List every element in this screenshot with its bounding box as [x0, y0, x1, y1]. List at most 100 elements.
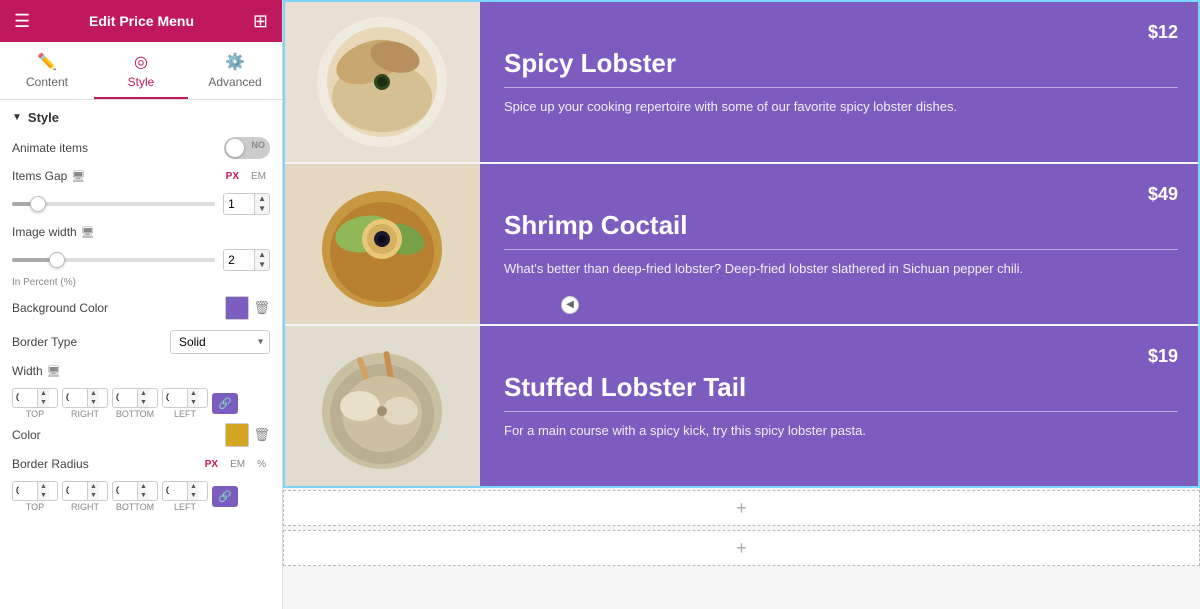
border-radius-bottom-up[interactable]: ▲ — [137, 482, 149, 491]
hamburger-icon[interactable]: ☰ — [14, 11, 30, 32]
width-left-label: LEFT — [174, 409, 196, 419]
width-top-down[interactable]: ▼ — [37, 398, 49, 407]
tabs-bar: ✏️ Content ◎ Style ⚙️ Advanced — [0, 42, 282, 100]
em-unit-btn[interactable]: EM — [247, 170, 270, 183]
menu-item-3-content: Stuffed Lobster Tail For a main course w… — [480, 326, 1198, 486]
tab-advanced[interactable]: ⚙️ Advanced — [188, 42, 282, 99]
border-type-select[interactable]: Solid None Dashed Dotted Double Groove — [170, 330, 270, 354]
menu-item-2-desc: What's better than deep-fried lobster? D… — [504, 260, 1178, 278]
bg-color-swatch-wrap: 🗑 — [225, 296, 270, 320]
menu-item-2-price: $49 — [1148, 184, 1178, 205]
border-radius-px-btn[interactable]: PX — [201, 458, 222, 471]
image-width-number-input[interactable]: 24 — [224, 250, 254, 270]
items-gap-slider[interactable] — [12, 194, 215, 214]
border-radius-bottom-input[interactable]: ▲ ▼ — [112, 481, 158, 501]
width-left-down[interactable]: ▼ — [187, 398, 199, 407]
items-gap-row: Items Gap 🖥 PX EM — [12, 169, 270, 183]
width-top-number[interactable]: 0 — [13, 390, 37, 406]
color-swatch[interactable] — [225, 423, 249, 447]
border-radius-link-btn[interactable]: 🔗 — [212, 486, 238, 507]
menu-item: Spicy Lobster Spice up your cooking repe… — [285, 2, 1198, 162]
width-right-number[interactable]: 0 — [63, 390, 87, 406]
width-right-up[interactable]: ▲ — [87, 389, 99, 398]
color-clear-icon[interactable]: 🗑 — [253, 427, 270, 443]
border-radius-left-down[interactable]: ▼ — [187, 491, 199, 500]
border-radius-right-up[interactable]: ▲ — [87, 482, 99, 491]
image-width-down-btn[interactable]: ▼ — [254, 260, 269, 270]
border-radius-bottom-spinners: ▲ ▼ — [137, 482, 149, 500]
width-left-cell: 0 ▲ ▼ LEFT — [162, 388, 208, 419]
tab-style[interactable]: ◎ Style — [94, 42, 188, 99]
grid-icon[interactable]: ⊞ — [253, 11, 268, 32]
menu-item: Stuffed Lobster Tail For a main course w… — [285, 326, 1198, 486]
add-section-btn-2[interactable]: + — [283, 530, 1200, 566]
width-responsive-icon: 🖥 — [47, 365, 61, 378]
menu-item-1-divider — [504, 87, 1178, 88]
responsive-icon: 🖥 — [71, 170, 85, 183]
style-section-header[interactable]: ▼ Style — [12, 110, 270, 125]
width-top-up[interactable]: ▲ — [37, 389, 49, 398]
width-bottom-number[interactable]: 0 — [113, 390, 137, 406]
border-radius-right-down[interactable]: ▼ — [87, 491, 99, 500]
items-gap-input[interactable]: 15 ▲ ▼ — [223, 193, 270, 215]
border-radius-pct-btn[interactable]: % — [253, 458, 270, 471]
border-radius-top-spinners: ▲ ▼ — [37, 482, 49, 500]
border-radius-right-input[interactable]: ▲ ▼ — [62, 481, 108, 501]
width-left-number[interactable]: 0 — [163, 390, 187, 406]
color-row: Color 🗑 — [12, 423, 270, 447]
border-radius-left-number[interactable] — [163, 483, 187, 499]
image-width-slider-row: 24 ▲ ▼ — [12, 249, 270, 271]
menu-item-3-divider — [504, 411, 1178, 412]
items-gap-number-input[interactable]: 15 — [224, 194, 254, 214]
width-label-row: Width 🖥 — [12, 364, 270, 378]
border-type-select-wrap[interactable]: Solid None Dashed Dotted Double Groove — [170, 330, 270, 354]
image-width-input[interactable]: 24 ▲ ▼ — [223, 249, 270, 271]
width-right-down[interactable]: ▼ — [87, 398, 99, 407]
style-tab-label: Style — [128, 75, 155, 89]
add-section-btn-1[interactable]: + — [283, 490, 1200, 526]
width-link-btn[interactable]: 🔗 — [212, 393, 238, 414]
border-radius-left-up[interactable]: ▲ — [187, 482, 199, 491]
menu-item-1-content: Spicy Lobster Spice up your cooking repe… — [480, 2, 1198, 162]
width-bottom-up[interactable]: ▲ — [137, 389, 149, 398]
border-radius-right-number[interactable] — [63, 483, 87, 499]
image-width-up-btn[interactable]: ▲ — [254, 250, 269, 260]
image-responsive-icon: 🖥 — [81, 226, 95, 239]
bg-color-clear-icon[interactable]: 🗑 — [253, 300, 270, 316]
image-width-slider[interactable] — [12, 250, 215, 270]
animate-items-toggle[interactable]: NO — [224, 137, 270, 159]
color-swatch-wrap: 🗑 — [225, 423, 270, 447]
border-radius-top-number[interactable] — [13, 483, 37, 499]
tab-content[interactable]: ✏️ Content — [0, 42, 94, 99]
toggle-switch[interactable]: NO — [224, 137, 270, 159]
top-bar: ☰ Edit Price Menu ⊞ — [0, 0, 282, 42]
width-label: Width 🖥 — [12, 364, 61, 378]
width-top-label: TOP — [26, 409, 44, 419]
border-radius-top-up[interactable]: ▲ — [37, 482, 49, 491]
border-radius-left-spinners: ▲ ▼ — [187, 482, 199, 500]
width-bottom-input[interactable]: 0 ▲ ▼ — [112, 388, 158, 408]
width-left-up[interactable]: ▲ — [187, 389, 199, 398]
width-bottom-down[interactable]: ▼ — [137, 398, 149, 407]
border-radius-em-btn[interactable]: EM — [226, 458, 249, 471]
border-radius-top-input[interactable]: ▲ ▼ — [12, 481, 58, 501]
border-radius-left-input[interactable]: ▲ ▼ — [162, 481, 208, 501]
px-unit-btn[interactable]: PX — [222, 170, 243, 183]
border-radius-top-down[interactable]: ▼ — [37, 491, 49, 500]
width-left-input[interactable]: 0 ▲ ▼ — [162, 388, 208, 408]
border-radius-bottom-number[interactable] — [113, 483, 137, 499]
border-radius-top-label: TOP — [26, 502, 44, 512]
collapse-panel-btn[interactable]: ◀ — [561, 296, 579, 314]
width-right-input[interactable]: 0 ▲ ▼ — [62, 388, 108, 408]
border-radius-bottom-down[interactable]: ▼ — [137, 491, 149, 500]
menu-item-2-divider — [504, 249, 1178, 250]
bg-color-swatch[interactable] — [225, 296, 249, 320]
border-radius-bottom-label: BOTTOM — [116, 502, 154, 512]
width-top-input[interactable]: 0 ▲ ▼ — [12, 388, 58, 408]
items-gap-down-btn[interactable]: ▼ — [254, 204, 269, 214]
image-slider-thumb[interactable] — [49, 252, 65, 268]
slider-thumb[interactable] — [30, 196, 46, 212]
border-type-row: Border Type Solid None Dashed Dotted Dou… — [12, 330, 270, 354]
animate-items-row: Animate items NO — [12, 137, 270, 159]
items-gap-up-btn[interactable]: ▲ — [254, 194, 269, 204]
